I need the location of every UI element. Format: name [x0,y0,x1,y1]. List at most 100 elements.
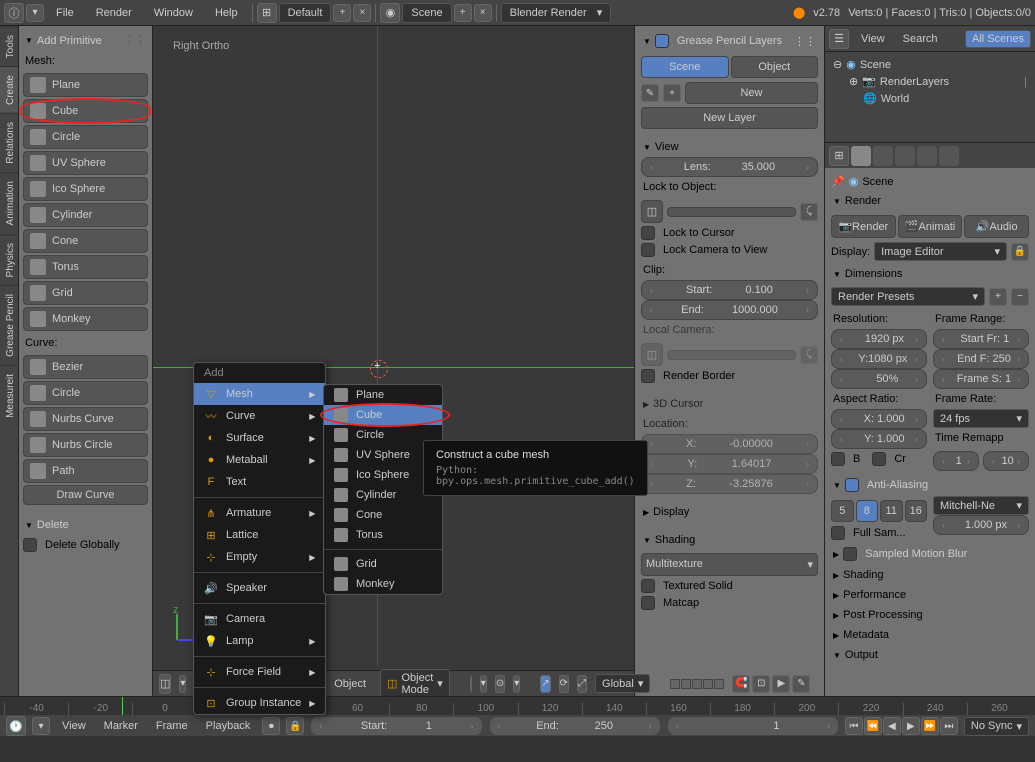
performance-section[interactable]: Performance [831,585,1029,605]
step-field[interactable]: Frame S: 1 [933,369,1029,389]
delete-header[interactable]: Delete [23,515,148,535]
tl-marker[interactable]: Marker [98,718,144,734]
ctx-metaball[interactable]: ●Metaball▶ [194,449,325,471]
timeline-ruler[interactable]: -40 -20 0 20 40 60 80 100 120 140 160 18… [0,697,1035,715]
sub-monkey[interactable]: Monkey [324,574,442,594]
ctx-empty[interactable]: ⊹Empty▶ [194,546,325,568]
scene-remove[interactable]: × [474,4,492,22]
tool-nurbs-curve[interactable]: Nurbs Curve [23,407,148,431]
pivot-icon[interactable]: ⊙ [495,675,505,693]
ctx-armature[interactable]: ⋔Armature▶ [194,502,325,524]
manip-scale-icon[interactable]: ⤢ [577,675,587,693]
view-header[interactable]: View [641,137,818,157]
res-pct-field[interactable]: 50% [831,369,927,389]
editor-arrow[interactable]: ▾ [179,675,186,693]
vtab-animation[interactable]: Animation [0,172,18,233]
delete-globally-check[interactable] [23,538,37,552]
keying-set-icon[interactable]: 🔒 [286,717,304,735]
ctx-mesh[interactable]: ▽Mesh▶ [194,383,325,405]
tool-monkey[interactable]: Monkey [23,307,148,331]
tl-current-field[interactable]: 1 [667,716,839,736]
ctx-speaker[interactable]: 🔊Speaker [194,577,325,599]
full-sample-check[interactable] [831,526,845,540]
tool-draw-curve[interactable]: Draw Curve [23,485,148,505]
snap-type-icon[interactable]: ⊡ [752,675,770,693]
ctx-curve[interactable]: 〰Curve▶ [194,405,325,427]
timeline-playhead[interactable] [122,697,123,715]
preset-remove[interactable]: − [1011,288,1029,306]
mode-dropdown[interactable]: ◫Object Mode▾ [380,669,450,699]
ctx-text[interactable]: FText [194,471,325,493]
aa-16[interactable]: 16 [905,500,928,522]
ctx-lattice[interactable]: ⊞Lattice [194,524,325,546]
post-section[interactable]: Post Processing [831,605,1029,625]
props-tab-layers[interactable] [873,146,893,166]
menu-render[interactable]: Render [86,3,142,23]
shading-arrow[interactable]: ▾ [480,675,487,693]
lock-obj-cube-icon[interactable]: ◫ [641,200,663,223]
sub-grid[interactable]: Grid [324,554,442,574]
orientation-dropdown[interactable]: Global▾ [595,674,650,693]
outliner-view[interactable]: View [855,31,891,47]
pin-icon[interactable]: 📌 [831,175,845,188]
delete-globally-row[interactable]: Delete Globally [23,538,148,552]
res-x-field[interactable]: 1920 px [831,329,927,349]
sub-cone[interactable]: Cone [324,505,442,525]
props-tab-render[interactable] [851,146,871,166]
render-presets-dropdown[interactable]: Render Presets▾ [831,287,985,306]
lock-interface-icon[interactable]: 🔒 [1011,243,1029,261]
shading-section[interactable]: Shading [831,565,1029,585]
outliner-renderlayers-row[interactable]: ⊕📷RenderLayers| [829,73,1031,90]
lock-obj-field[interactable] [667,207,796,217]
vtab-create[interactable]: Create [0,66,18,113]
snap-icon[interactable]: 🧲 [732,675,750,693]
menu-help[interactable]: Help [205,3,248,23]
gp-brush-icon[interactable]: ✎ [641,84,659,102]
lock-cursor-row[interactable]: Lock to Cursor [641,226,818,240]
outliner-editor-icon[interactable]: ☰ [829,29,849,49]
render-preview-icon[interactable]: ▶ [772,675,790,693]
render-section[interactable]: Render [831,191,1029,211]
tool-uvsphere[interactable]: UV Sphere [23,151,148,175]
layout-add[interactable]: + [333,4,351,22]
props-tab-world[interactable] [917,146,937,166]
ctx-lamp[interactable]: 💡Lamp▶ [194,630,325,652]
tl-start-field[interactable]: Start:1 [310,716,482,736]
prev-key-icon[interactable]: ⏪ [864,717,882,735]
tool-torus[interactable]: Torus [23,255,148,279]
tool-curve-circle[interactable]: Circle [23,381,148,405]
grease-pencil-header[interactable]: Grease Pencil Layers⋮⋮ [641,30,818,52]
menu-window[interactable]: Window [144,3,203,23]
dimensions-section[interactable]: Dimensions [831,264,1029,284]
ctx-force-field[interactable]: ⊹Force Field▶ [194,661,325,683]
manip-translate-icon[interactable]: ↗ [540,675,550,693]
gp-new-layer[interactable]: New Layer [641,107,818,129]
view3d-icon[interactable]: ◫ [159,674,171,694]
clip-end-field[interactable]: End:1000.000 [641,300,818,320]
preset-add[interactable]: + [989,288,1007,306]
loc-x-field[interactable]: X:-0.00000 [641,434,818,454]
vtab-measureit[interactable]: Measureit [0,365,18,426]
editor-type-arrow[interactable]: ▾ [26,4,44,22]
jump-end-icon[interactable]: ⏭ [940,717,958,735]
tool-grid[interactable]: Grid [23,281,148,305]
btn-render[interactable]: 📷Render [831,215,896,238]
ctx-surface[interactable]: ◐Surface▶ [194,427,325,449]
vtab-relations[interactable]: Relations [0,113,18,172]
props-tab-object[interactable] [939,146,959,166]
sub-cube[interactable]: Cube [324,405,442,425]
vtab-tools[interactable]: Tools [0,26,18,66]
pivot-arrow[interactable]: ▾ [513,675,520,693]
outliner-scene-row[interactable]: ⊖◉Scene [829,56,1031,73]
tool-icosphere[interactable]: Ico Sphere [23,177,148,201]
layers-widget[interactable] [670,679,724,689]
info-editor-icon[interactable]: ⓘ [4,3,24,23]
tool-cone[interactable]: Cone [23,229,148,253]
shading-sphere[interactable] [470,675,472,693]
sync-dropdown[interactable]: No Sync▾ [964,717,1029,736]
screen-layout-dropdown[interactable]: Default [279,3,332,23]
vtab-grease-pencil[interactable]: Grease Pencil [0,285,18,365]
next-key-icon[interactable]: ⏩ [921,717,939,735]
outliner-filter[interactable]: All Scenes [965,30,1031,48]
scene-icon[interactable]: ◉ [380,3,400,23]
